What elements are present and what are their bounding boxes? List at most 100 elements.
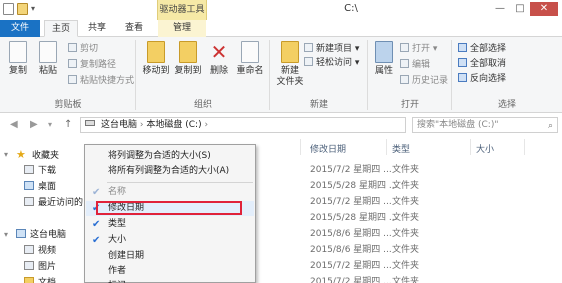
copy-to-label: 复制到: [174, 66, 202, 76]
expand-caret-icon[interactable]: ▾: [4, 150, 8, 159]
nav-item-favorites[interactable]: ★ 收藏夹: [16, 149, 59, 162]
select-none-label: 全部取消: [470, 59, 507, 69]
videos-icon: [24, 245, 34, 254]
nav-item-pictures[interactable]: 图片: [24, 261, 56, 273]
copy-icon: [9, 41, 27, 63]
invert-selection-label: 反向选择: [470, 74, 507, 84]
divider: [524, 139, 525, 155]
nav-item-videos[interactable]: 视频: [24, 245, 56, 257]
check-icon: ✔: [92, 235, 101, 246]
nav-label: 图片: [38, 262, 57, 272]
copy-path-button[interactable]: 复制路径: [68, 59, 116, 71]
minimize-button[interactable]: —: [490, 2, 510, 16]
menu-item-size[interactable]: ✔ 大小: [86, 233, 254, 248]
cell-type: 文件夹: [392, 197, 420, 207]
recent-locations-icon[interactable]: ▾: [48, 120, 52, 129]
paste-button[interactable]: 粘贴: [36, 41, 60, 77]
breadcrumb-this-pc[interactable]: 这台电脑: [101, 120, 137, 130]
tab-file[interactable]: 文件: [0, 20, 40, 37]
open-button[interactable]: 打开 ▾: [400, 43, 437, 55]
tab-share[interactable]: 共享: [80, 20, 114, 37]
new-item-icon: [304, 43, 313, 52]
history-icon: [400, 75, 409, 84]
history-button[interactable]: 历史记录: [400, 75, 448, 87]
properties-button[interactable]: 属性: [370, 41, 398, 77]
cut-button[interactable]: 剪切: [68, 43, 98, 55]
rename-label: 重命名: [236, 66, 264, 76]
nav-label: 收藏夹: [32, 151, 60, 161]
menu-item-size-all-columns[interactable]: 将所有列调整为合适的大小(A): [86, 164, 254, 179]
cell-date: 2015/8/6 星期四 ...: [310, 229, 392, 239]
divider: [470, 139, 471, 155]
pictures-icon: [24, 261, 34, 270]
nav-item-desktop[interactable]: 桌面: [24, 181, 56, 193]
new-folder-button[interactable]: 新建 文件夹: [274, 41, 306, 88]
select-none-button[interactable]: 全部取消: [458, 58, 506, 70]
annotation-highlight-box: [96, 201, 242, 215]
paste-shortcut-button[interactable]: 粘贴快捷方式: [68, 75, 134, 87]
cell-date: 2015/5/28 星期四 ...: [310, 213, 398, 223]
open-group: 属性 打开 ▾ 编辑 历史记录 打开: [368, 37, 452, 113]
search-icon[interactable]: ⌕: [548, 119, 553, 133]
cell-type: 文件夹: [392, 245, 420, 255]
check-icon: ✔: [92, 187, 101, 198]
copy-button[interactable]: 复制: [6, 41, 30, 77]
copy-to-button[interactable]: 复制到: [174, 41, 202, 77]
delete-button[interactable]: ✕ 删除: [206, 41, 232, 77]
window-controls: — □ ✕: [490, 2, 558, 16]
close-button[interactable]: ✕: [530, 2, 558, 16]
open-group-label: 打开: [400, 100, 419, 110]
select-all-button[interactable]: 全部选择: [458, 43, 506, 55]
menu-item-type[interactable]: ✔ 类型: [86, 217, 254, 232]
column-header-modified[interactable]: 修改日期: [310, 142, 346, 155]
search-input[interactable]: 搜索"本地磁盘 (C:)" ⌕: [412, 117, 558, 133]
menu-item-author[interactable]: 作者: [86, 264, 254, 279]
tab-view[interactable]: 查看: [116, 20, 152, 37]
address-input[interactable]: 这台电脑 › 本地磁盘 (C:) ›: [80, 117, 406, 133]
drive-icon: [85, 120, 95, 126]
cell-date: 2015/8/6 星期四 ...: [310, 245, 392, 255]
edit-icon: [400, 59, 409, 68]
new-group: 新建 文件夹 新建项目 ▾ 轻松访问 ▾ 新建: [270, 37, 368, 113]
breadcrumb-local-disk[interactable]: 本地磁盘 (C:): [146, 120, 201, 130]
select-group: 全部选择 全部取消 反向选择 选择: [452, 37, 562, 113]
move-to-icon: [147, 41, 165, 63]
nav-item-this-pc[interactable]: 这台电脑: [16, 229, 66, 241]
menu-item-size-column[interactable]: 将列调整为合适的大小(S): [86, 149, 254, 164]
rename-icon: [241, 41, 259, 63]
copy-path-icon: [68, 59, 77, 68]
new-item-button[interactable]: 新建项目 ▾: [304, 43, 359, 55]
easy-access-button[interactable]: 轻松访问 ▾: [304, 57, 359, 69]
menu-item-created[interactable]: 创建日期: [86, 249, 254, 264]
column-header-type[interactable]: 类型: [392, 142, 410, 155]
up-icon[interactable]: ↑: [64, 119, 72, 130]
nav-label: 文档: [38, 278, 57, 283]
delete-x-icon: ✕: [210, 40, 228, 64]
new-folder-icon: [281, 41, 299, 63]
forward-icon[interactable]: ▶: [30, 119, 38, 130]
select-none-icon: [458, 58, 467, 67]
nav-item-downloads[interactable]: 下载: [24, 165, 56, 177]
nav-item-recent[interactable]: 最近访问的: [24, 197, 83, 209]
expand-caret-icon[interactable]: ▾: [4, 230, 8, 239]
properties-icon: [375, 41, 393, 63]
move-to-button[interactable]: 移动到: [142, 41, 170, 77]
tab-home[interactable]: 主页: [44, 20, 78, 37]
cut-label: 剪切: [80, 44, 99, 54]
divider: [386, 139, 387, 155]
tab-manage[interactable]: 管理: [158, 20, 206, 37]
computer-icon: [16, 229, 26, 238]
maximize-button[interactable]: □: [510, 2, 530, 16]
menu-item-tags[interactable]: 标记: [86, 279, 254, 283]
paste-shortcut-label: 粘贴快捷方式: [80, 76, 135, 86]
menu-item-label: 类型: [108, 219, 127, 229]
back-icon[interactable]: ◀: [10, 119, 18, 130]
new-item-label: 新建项目: [316, 44, 353, 54]
edit-button[interactable]: 编辑: [400, 59, 430, 71]
delete-label: 删除: [209, 66, 228, 76]
nav-item-documents[interactable]: 文档: [24, 277, 56, 283]
easy-access-icon: [304, 57, 313, 66]
column-header-size[interactable]: 大小: [476, 142, 494, 155]
invert-selection-button[interactable]: 反向选择: [458, 73, 506, 85]
rename-button[interactable]: 重命名: [234, 41, 266, 77]
